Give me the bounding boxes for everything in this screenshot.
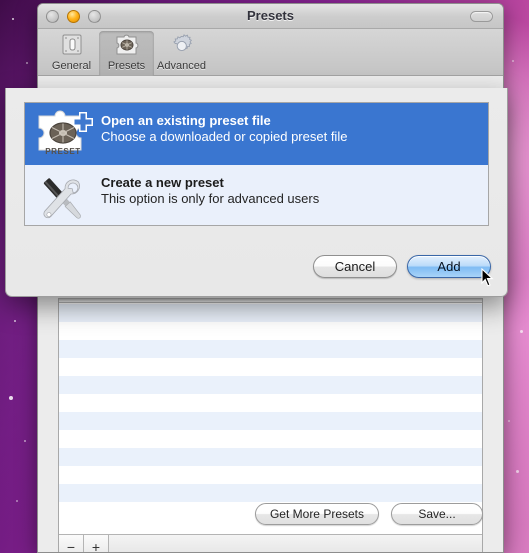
toolbar-item-presets[interactable]: Presets: [99, 31, 154, 76]
save-button[interactable]: Save...: [391, 503, 483, 525]
add-button[interactable]: Add: [407, 255, 491, 278]
option-subtitle: This option is only for advanced users: [101, 191, 320, 206]
add-preset-sheet: PRESET Open an existing preset file Choo…: [5, 88, 508, 297]
table-row[interactable]: [59, 448, 482, 466]
sheet-button-bar: Cancel Add: [313, 255, 491, 278]
table-header: [59, 299, 482, 303]
get-more-presets-button[interactable]: Get More Presets: [254, 503, 379, 525]
option-open-existing-preset[interactable]: PRESET Open an existing preset file Choo…: [25, 103, 488, 165]
general-switch-icon: [58, 33, 86, 59]
toolbar-item-general[interactable]: General: [44, 31, 99, 76]
gear-icon: [168, 33, 196, 59]
table-row[interactable]: [59, 484, 482, 502]
option-create-new-preset[interactable]: Create a new preset This option is only …: [25, 165, 488, 225]
preset-file-plus-icon: PRESET: [25, 110, 101, 166]
toolbar-toggle-button[interactable]: [470, 11, 493, 22]
table-row[interactable]: [59, 394, 482, 412]
remove-preset-button[interactable]: −: [59, 535, 84, 552]
table-rows: [59, 304, 482, 533]
mouse-cursor: [481, 267, 494, 287]
footer-button-bar: Get More Presets Save...: [38, 503, 483, 525]
table-row[interactable]: [59, 304, 482, 322]
toolbar-item-presets-label: Presets: [107, 60, 146, 72]
window-titlebar[interactable]: Presets: [38, 4, 503, 29]
table-row[interactable]: [59, 412, 482, 430]
toolbar-item-general-label: General: [51, 60, 92, 72]
window-title: Presets: [247, 8, 294, 23]
table-row[interactable]: [59, 340, 482, 358]
add-preset-button[interactable]: +: [84, 535, 109, 552]
presets-puzzle-icon: [113, 33, 141, 59]
table-segmented-bar: − +: [59, 534, 482, 552]
table-row[interactable]: [59, 376, 482, 394]
cancel-button[interactable]: Cancel: [313, 255, 397, 278]
table-row[interactable]: [59, 466, 482, 484]
table-row[interactable]: [59, 430, 482, 448]
option-title: Open an existing preset file: [101, 113, 271, 128]
screwdriver-wrench-icon: [25, 172, 101, 225]
option-title: Create a new preset: [101, 175, 224, 190]
preset-source-list[interactable]: PRESET Open an existing preset file Choo…: [24, 102, 489, 226]
table-row[interactable]: [59, 322, 482, 340]
toolbar-item-advanced-label: Advanced: [157, 60, 206, 72]
toolbar-item-advanced[interactable]: Advanced: [154, 31, 209, 76]
window-toolbar: General Presets Advanced: [38, 29, 503, 76]
svg-text:PRESET: PRESET: [45, 147, 81, 156]
option-text-group: Create a new preset This option is only …: [101, 172, 319, 206]
option-subtitle: Choose a downloaded or copied preset fil…: [101, 129, 348, 144]
option-text-group: Open an existing preset file Choose a do…: [101, 110, 347, 144]
table-row[interactable]: [59, 358, 482, 376]
